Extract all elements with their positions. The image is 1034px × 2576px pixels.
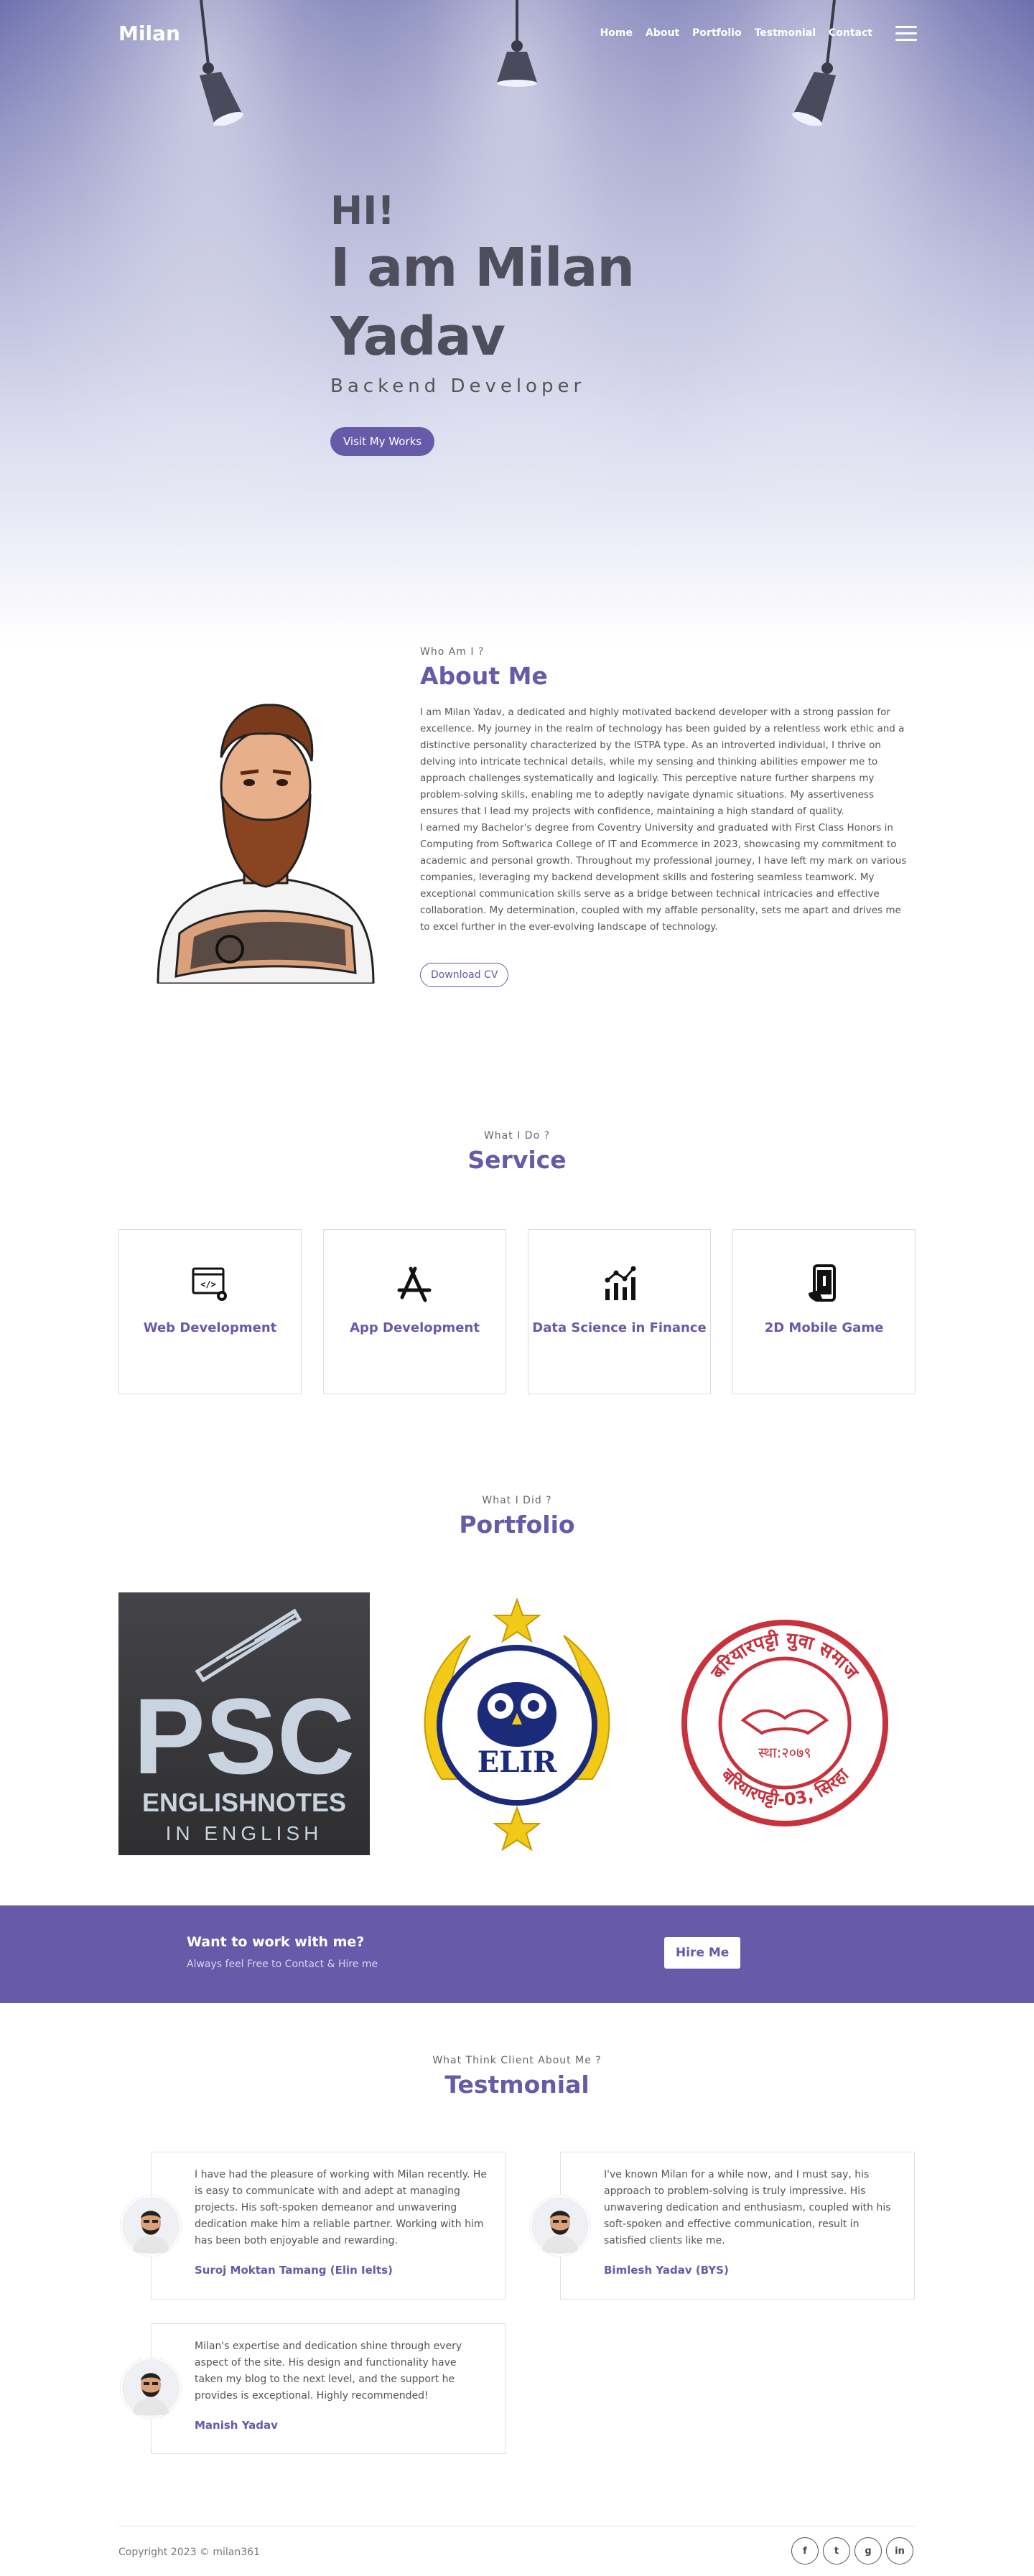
portfolio-item-elir[interactable]: ELIR bbox=[391, 1592, 643, 1855]
github-icon[interactable]: g bbox=[854, 2537, 882, 2565]
service-title-app: App Development bbox=[350, 1320, 480, 1335]
facebook-icon[interactable]: f bbox=[791, 2537, 819, 2565]
testimonial-quote: I have had the pleasure of working with … bbox=[195, 2169, 488, 2246]
psc-logo-tagline: IN ENGLISH bbox=[166, 1822, 323, 1844]
mobile-game-icon bbox=[808, 1264, 836, 1302]
hire-me-button[interactable]: Hire Me bbox=[664, 1937, 741, 1969]
service-header: What I Do ? Service bbox=[0, 1130, 1034, 1174]
testimonial-header: What Think Client About Me ? Testmonial bbox=[0, 2055, 1034, 2099]
service-card[interactable]: 2D Mobile Game bbox=[732, 1229, 916, 1394]
download-cv-button[interactable]: Download CV bbox=[420, 963, 509, 987]
hero-name: I am Milan Yadav bbox=[330, 237, 635, 368]
service-title-web: Web Development bbox=[143, 1320, 277, 1335]
portfolio-item-psc[interactable]: PSC ENGLISHNOTES IN ENGLISH bbox=[118, 1592, 370, 1855]
nav-link-portfolio[interactable]: Portfolio bbox=[692, 27, 741, 39]
app-store-icon bbox=[397, 1266, 431, 1302]
hire-banner-title: Want to work with me? bbox=[187, 1934, 365, 1950]
hamburger-icon[interactable] bbox=[895, 26, 917, 42]
testimonial-quote: I've known Milan for a while now, and I … bbox=[604, 2169, 891, 2246]
service-card[interactable]: App Development bbox=[323, 1229, 506, 1394]
testimonial-quote: Milan's expertise and dedication shine t… bbox=[195, 2341, 462, 2402]
portfolio-item-yuwa-samaj[interactable]: बरियारपट्टी युवा समाज बरियारपट्टी-03, सि… bbox=[664, 1592, 916, 1855]
social-links: f t g in bbox=[791, 2537, 913, 2565]
portfolio-eyebrow: What I Did ? bbox=[482, 1495, 552, 1506]
testimonial-card: I've known Milan for a while now, and I … bbox=[560, 2152, 915, 2300]
elir-logo-text: ELIR bbox=[478, 1745, 557, 1779]
chart-icon bbox=[605, 1266, 635, 1300]
about-title: About Me bbox=[420, 662, 548, 690]
avatar-illustration bbox=[157, 704, 375, 984]
hire-banner: Want to work with me? Always feel Free t… bbox=[0, 1905, 1034, 2003]
testimonial-author: Bimlesh Yadav (BYS) bbox=[604, 2264, 729, 2277]
service-card[interactable]: </> Web Development bbox=[118, 1229, 302, 1394]
top-navbar: Milan Home About Portfolio Testmonial Co… bbox=[0, 0, 1034, 69]
avatar bbox=[121, 2195, 181, 2256]
copyright-text: Copyright 2023 © milan361 bbox=[118, 2547, 260, 2558]
hero-greeting: HI! bbox=[330, 188, 395, 233]
service-title-data: Data Science in Finance bbox=[532, 1320, 707, 1335]
service-card[interactable]: Data Science in Finance bbox=[528, 1229, 711, 1394]
code-browser-icon: </> bbox=[192, 1267, 227, 1301]
linkedin-icon[interactable]: in bbox=[886, 2537, 913, 2565]
svg-text:</>: </> bbox=[200, 1279, 216, 1289]
avatar bbox=[530, 2195, 590, 2256]
hire-banner-subtitle: Always feel Free to Contact & Hire me bbox=[187, 1959, 378, 1970]
hero-section: Milan Home About Portfolio Testmonial Co… bbox=[0, 0, 1034, 646]
nav-link-about[interactable]: About bbox=[646, 27, 679, 39]
service-grid: </> Web Development App Development Data… bbox=[118, 1229, 916, 1394]
nav-link-testmonial[interactable]: Testmonial bbox=[755, 27, 816, 39]
nav-link-contact[interactable]: Contact bbox=[829, 27, 872, 39]
hero-role: Backend Developer bbox=[330, 375, 586, 397]
hero-content: HI! I am Milan Yadav Backend Developer V… bbox=[330, 188, 732, 456]
testimonial-author: Manish Yadav bbox=[195, 2419, 278, 2432]
service-title-game: 2D Mobile Game bbox=[764, 1320, 884, 1335]
about-paragraph: I earned my Bachelor's degree from Coven… bbox=[420, 822, 907, 933]
avatar bbox=[121, 2358, 181, 2418]
service-title: Service bbox=[467, 1146, 567, 1174]
portfolio-header: What I Did ? Portfolio bbox=[0, 1495, 1034, 1539]
brand-logo[interactable]: Milan bbox=[118, 22, 180, 45]
testimonial-eyebrow: What Think Client About Me ? bbox=[432, 2055, 602, 2066]
testimonial-title: Testmonial bbox=[444, 2071, 590, 2099]
visit-works-button[interactable]: Visit My Works bbox=[330, 427, 435, 456]
nav-link-home[interactable]: Home bbox=[600, 27, 633, 39]
about-eyebrow: Who Am I ? bbox=[420, 646, 485, 658]
about-section: Who Am I ? About Me I am Milan Yadav, a … bbox=[420, 646, 912, 987]
about-paragraph: I am Milan Yadav, a dedicated and highly… bbox=[420, 706, 905, 817]
twitter-icon[interactable]: t bbox=[823, 2537, 850, 2565]
samaj-logo-year: स्था:२०७९ bbox=[758, 1744, 811, 1761]
psc-logo-text: PSC bbox=[134, 1676, 355, 1796]
psc-logo-subtext: ENGLISHNOTES bbox=[142, 1788, 346, 1817]
service-eyebrow: What I Do ? bbox=[483, 1130, 551, 1142]
testimonial-card: Milan's expertise and dedication shine t… bbox=[151, 2323, 506, 2454]
nav-links: Home About Portfolio Testmonial Contact bbox=[600, 27, 872, 39]
testimonial-card: I have had the pleasure of working with … bbox=[151, 2152, 506, 2300]
testimonial-author: Suroj Moktan Tamang (Elin Ielts) bbox=[195, 2264, 393, 2277]
portfolio-title: Portfolio bbox=[459, 1511, 575, 1539]
